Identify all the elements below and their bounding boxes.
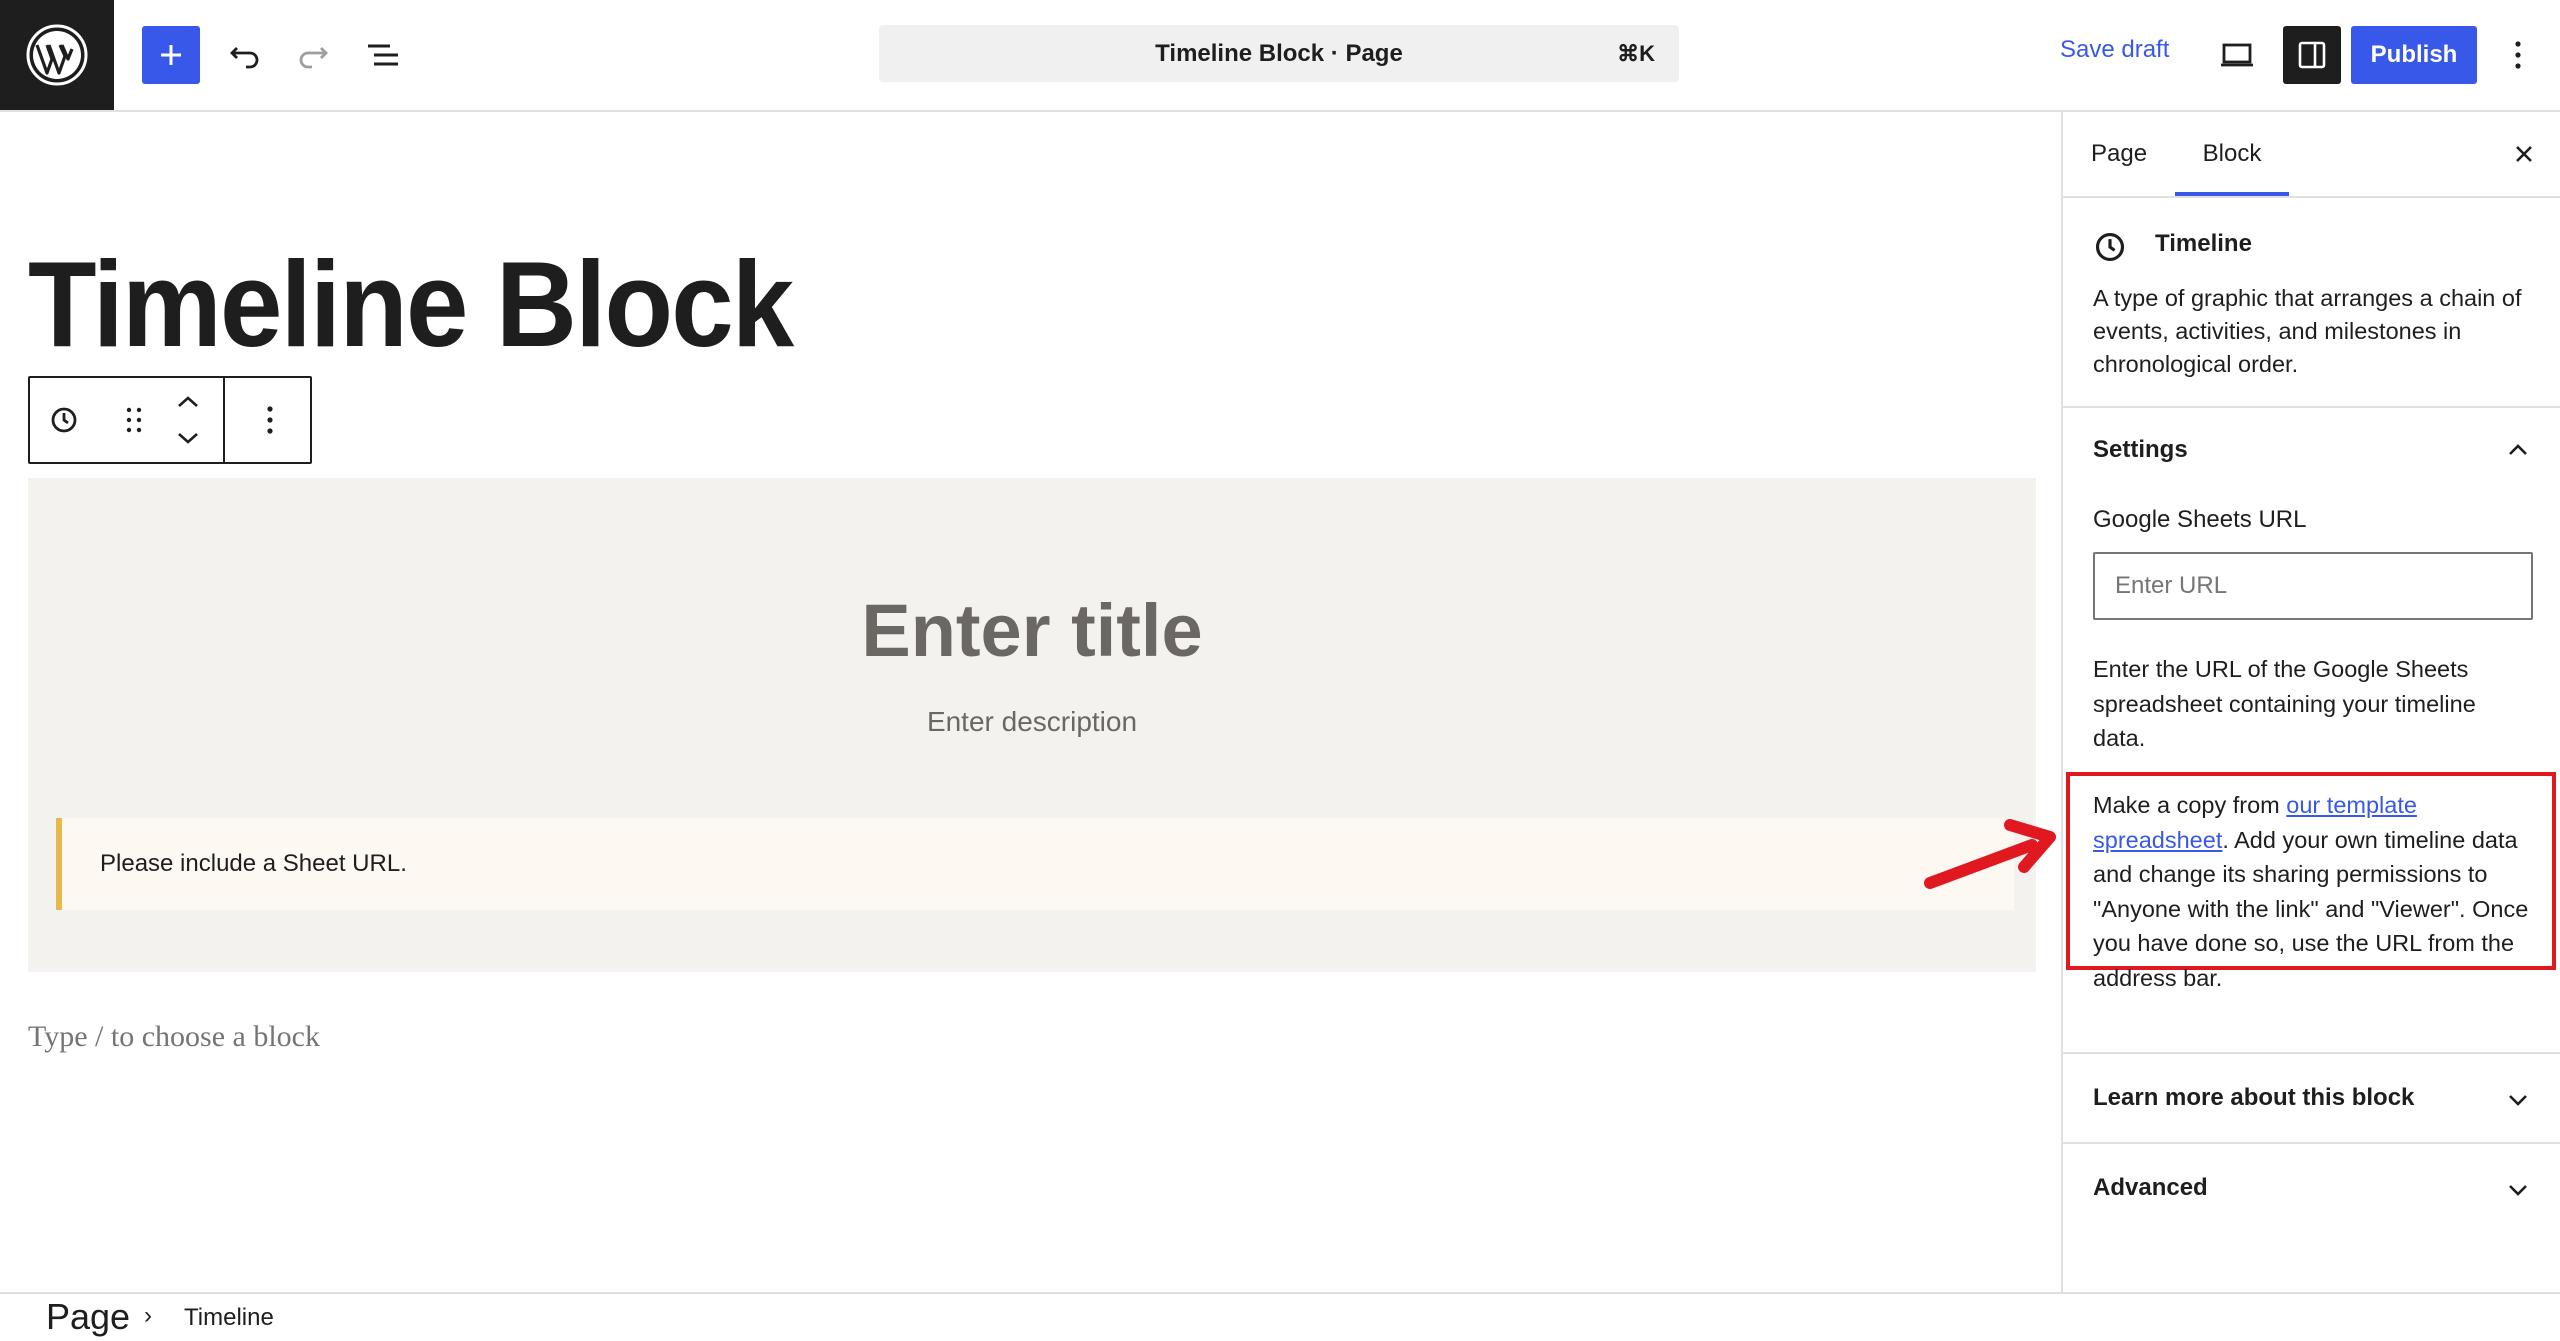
breadcrumb-current[interactable]: Timeline — [184, 1304, 274, 1332]
options-menu-button[interactable] — [2496, 30, 2540, 80]
document-overview-button[interactable] — [358, 30, 408, 80]
chevron-down-icon[interactable] — [2504, 1086, 2532, 1114]
desktop-icon — [2221, 43, 2253, 67]
chevron-up-icon[interactable] — [2504, 436, 2532, 464]
close-sidebar-button[interactable] — [2504, 134, 2544, 174]
document-title: Timeline Block · Page — [1155, 40, 1403, 67]
breadcrumb-root[interactable]: Page — [46, 1296, 130, 1338]
panel-divider — [2063, 1142, 2560, 1144]
command-palette-bar[interactable]: Timeline Block · Page ⌘K — [879, 25, 1679, 82]
wordpress-logo-icon[interactable] — [0, 0, 114, 110]
close-icon — [2516, 146, 2532, 162]
learn-more-panel-heading[interactable]: Learn more about this block — [2093, 1084, 2414, 1112]
google-sheets-url-label: Google Sheets URL — [2093, 506, 2307, 533]
move-down-button[interactable] — [168, 424, 208, 452]
list-view-icon — [368, 44, 398, 66]
block-breadcrumb: Page › Timeline — [0, 1292, 2560, 1341]
publish-button[interactable]: Publish — [2351, 26, 2477, 84]
plus-icon — [161, 45, 181, 65]
copy-prefix: Make a copy from — [2093, 792, 2287, 818]
preview-button[interactable] — [2212, 30, 2262, 80]
tab-page[interactable]: Page — [2091, 112, 2147, 196]
notice-text: Please include a Sheet URL. — [100, 850, 407, 877]
redo-button[interactable] — [288, 30, 338, 80]
toolbar-divider — [223, 378, 225, 462]
undo-icon — [230, 47, 259, 69]
timeline-block[interactable]: Enter title Enter description Please inc… — [28, 478, 2036, 972]
editor-header: Timeline Block · Page ⌘K Save draft Publ… — [0, 0, 2560, 112]
chevron-down-icon — [178, 433, 198, 444]
timeline-title-placeholder[interactable]: Enter title — [28, 588, 2036, 673]
panel-divider — [2063, 1052, 2560, 1054]
add-block-button[interactable] — [142, 26, 200, 84]
move-up-button[interactable] — [168, 388, 208, 416]
block-options-button[interactable] — [250, 400, 290, 440]
block-card: Timeline A type of graphic that arranges… — [2063, 198, 2560, 408]
chevron-down-icon[interactable] — [2504, 1176, 2532, 1204]
clock-icon — [2093, 230, 2127, 264]
block-description: A type of graphic that arranges a chain … — [2093, 285, 2522, 377]
command-shortcut: ⌘K — [1617, 41, 1655, 66]
template-help-text: Make a copy from our template spreadshee… — [2093, 788, 2543, 995]
editor-canvas: Timeline Block Enter title Enter descrip… — [0, 112, 2061, 1292]
tab-block[interactable]: Block — [2175, 112, 2289, 196]
settings-sidebar-toggle[interactable] — [2283, 26, 2341, 84]
sidebar-icon — [2298, 41, 2326, 69]
red-arrow-icon — [1924, 819, 2056, 889]
post-title[interactable]: Timeline Block — [28, 234, 794, 374]
settings-panel-heading[interactable]: Settings — [2093, 436, 2188, 464]
block-toolbar — [28, 376, 312, 464]
chevron-up-icon — [178, 396, 198, 407]
drag-handle-icon — [126, 407, 142, 433]
redo-icon — [299, 47, 328, 69]
save-draft-button[interactable]: Save draft — [2060, 36, 2169, 64]
timeline-description-placeholder[interactable]: Enter description — [28, 706, 2036, 738]
more-vertical-icon — [267, 406, 273, 434]
undo-button[interactable] — [220, 30, 270, 80]
sidebar-tabs: Page Block — [2063, 112, 2560, 198]
settings-sidebar: Page Block Timeline A type of graphic th… — [2061, 112, 2560, 1292]
warning-notice: Please include a Sheet URL. — [56, 818, 2014, 910]
google-sheets-url-input[interactable] — [2093, 552, 2533, 620]
url-help-text: Enter the URL of the Google Sheets sprea… — [2093, 656, 2476, 751]
block-type-button[interactable] — [44, 400, 84, 440]
clock-icon — [51, 407, 77, 433]
block-name: Timeline — [2155, 230, 2252, 257]
advanced-panel-heading[interactable]: Advanced — [2093, 1174, 2208, 1202]
block-appender[interactable]: Type / to choose a block — [28, 1020, 320, 1054]
chevron-right-icon: › — [144, 1302, 152, 1329]
drag-handle[interactable] — [114, 400, 154, 440]
more-vertical-icon — [2515, 41, 2521, 69]
